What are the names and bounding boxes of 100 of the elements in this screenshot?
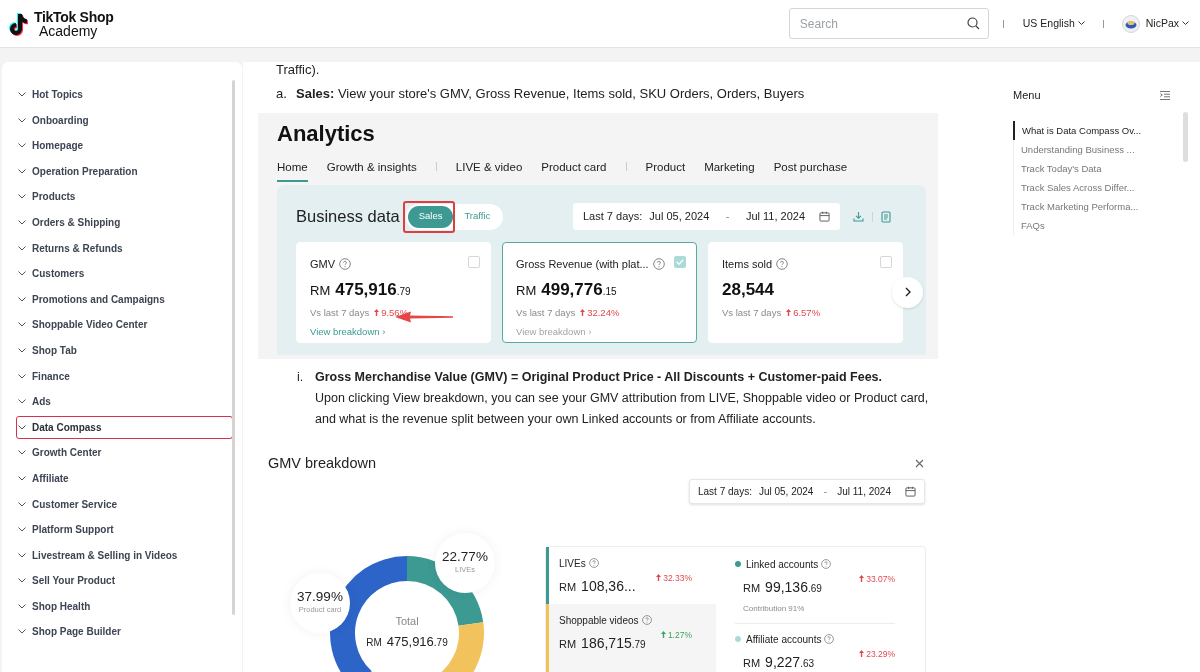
trend-up-icon (580, 309, 586, 317)
trend-up-icon (656, 574, 662, 582)
help-icon[interactable] (641, 615, 652, 625)
definition-heading: Gross Merchandise Value (GMV) = Original Product Price - All Discounts + Customer-paid Fees. (315, 368, 884, 386)
sidebar-item[interactable]: Livestream & Selling in Videos (16, 543, 233, 567)
channel-row[interactable]: Shoppable videos RM 186,715.79 1.27% (546, 603, 716, 672)
chevron-right-icon (904, 287, 911, 297)
close-icon[interactable] (915, 458, 924, 468)
sidebar-item[interactable]: Platform Support (16, 518, 233, 542)
change-value: 32.33% (656, 571, 692, 585)
checkbox[interactable] (674, 255, 686, 268)
analytics-tab[interactable]: LIVE & video (455, 158, 523, 182)
scrollbar[interactable] (232, 80, 235, 615)
analytics-tab[interactable]: Marketing (704, 158, 755, 182)
trend-up-icon (374, 309, 380, 317)
percentage-value: 37.99% (297, 589, 343, 605)
segment-tab[interactable]: Traffic (453, 205, 502, 228)
change-value: 6.57% (786, 305, 821, 320)
search-icon[interactable] (966, 17, 980, 30)
channel-name: LIVEs (559, 556, 586, 571)
metric-card[interactable]: Items sold 28,544 Vs last 7 days 6.57% (708, 241, 903, 343)
sidebar-item[interactable]: Hot Topics (16, 83, 233, 106)
chevron-down-icon (18, 117, 26, 123)
chevron-down-icon (18, 475, 26, 481)
total-label: Total (395, 613, 419, 629)
help-icon[interactable] (588, 558, 599, 568)
calendar-icon[interactable] (905, 486, 916, 498)
sidebar-item[interactable]: Finance (16, 364, 233, 388)
menu-title: Menu (1013, 88, 1041, 103)
language-selector[interactable]: US English (1022, 15, 1085, 32)
metric-title: GMV (310, 256, 336, 272)
document-icon[interactable] (881, 210, 891, 223)
view-breakdown-link[interactable]: View breakdown › (310, 324, 386, 339)
metric-card[interactable]: Gross Revenue (with plat... RM 499,776.15 Vs last 7 days 32.24% View breakdown › (502, 241, 697, 343)
help-icon[interactable] (821, 559, 832, 569)
sidebar-item[interactable]: Customer Service (16, 492, 233, 516)
chevron-down-icon (18, 245, 26, 251)
sidebar-item[interactable]: Shop Page Builder (16, 620, 233, 644)
sidebar-item[interactable]: Sell Your Product (16, 569, 233, 593)
contribution-note: Contribution 91% (742, 602, 806, 615)
sidebar-item[interactable]: Affiliate (16, 466, 233, 490)
outline-icon[interactable] (1160, 90, 1170, 100)
scrollbar[interactable] (1183, 112, 1188, 162)
definition-text: Upon clicking View breakdown, you can see your GMV attribution from LIVE, Shoppable video or Product card, and what is the revenue split between your own Linked accounts or from Affiliate accounts. (315, 389, 930, 428)
chevron-down-icon (1182, 21, 1189, 26)
sidebar-item[interactable]: Promotions and Campaigns (16, 287, 233, 311)
chevron-down-icon (18, 168, 26, 174)
sidebar-item[interactable]: Operation Preparation (16, 159, 233, 183)
search-field[interactable]: Search (788, 8, 989, 39)
avatar-icon[interactable] (1121, 14, 1140, 33)
chevron-down-icon (18, 629, 26, 635)
change-value: 1.27% (660, 628, 692, 642)
menu-link[interactable]: Track Marketing Performa... (1014, 196, 1200, 216)
sidebar-item[interactable]: Homepage (16, 134, 233, 158)
help-icon[interactable] (652, 257, 665, 270)
account-name: Linked accounts (746, 557, 819, 572)
analytics-tab[interactable]: Home (277, 158, 308, 182)
sidebar-item[interactable]: Shop Health (16, 594, 233, 618)
sidebar-item[interactable]: Orders & Shipping (16, 210, 233, 234)
chevron-down-icon (18, 424, 26, 430)
chevron-down-icon (18, 143, 26, 149)
date-range-field[interactable]: Last 7 days: Jul 05, 2024 - Jul 11, 2024 (689, 479, 925, 505)
section-title: Business data (296, 206, 400, 228)
analytics-tab[interactable]: Growth & insights (326, 158, 417, 182)
metric-title: Items sold (722, 256, 773, 272)
chevron-down-icon (18, 501, 26, 507)
sidebar-item[interactable]: Shop Tab (16, 338, 233, 362)
sidebar-item[interactable]: Growth Center (16, 441, 233, 465)
amount-value: RM 108,36... (559, 576, 636, 596)
help-icon[interactable] (824, 634, 835, 644)
tiktok-logo-icon[interactable] (8, 11, 30, 36)
analytics-tab[interactable]: Product card (541, 158, 607, 182)
menu-link[interactable]: Track Sales Across Differ... (1014, 177, 1200, 197)
sidebar-item[interactable]: Products (16, 185, 233, 209)
trend-up-icon (859, 575, 865, 583)
help-icon[interactable] (776, 257, 789, 270)
menu-link[interactable]: FAQs (1014, 215, 1200, 235)
download-icon[interactable] (853, 211, 864, 222)
sidebar-item[interactable]: Ads (16, 390, 233, 414)
date-range-field[interactable]: Last 7 days: Jul 05, 2024 - Jul 11, 2024 (573, 203, 840, 230)
logo-title[interactable]: TikTok Shop (34, 9, 114, 24)
sidebar-item[interactable]: Shoppable Video Center (16, 313, 233, 337)
menu-link[interactable]: Understanding Business ... (1014, 139, 1200, 159)
user-menu[interactable]: NicPax (1145, 15, 1189, 32)
menu-link[interactable]: Track Today's Data (1014, 158, 1200, 178)
checkbox[interactable] (468, 255, 480, 268)
chevron-down-icon (18, 296, 26, 302)
sidebar-item[interactable]: Returns & Refunds (16, 236, 233, 260)
analytics-tab[interactable]: Product (645, 158, 686, 182)
change-value: 33.07% (859, 572, 895, 586)
sidebar-item[interactable]: Data Compass (16, 415, 233, 439)
sidebar-item[interactable]: Onboarding (16, 108, 233, 132)
amount-value: 28,544 (722, 281, 774, 298)
calendar-icon[interactable] (819, 211, 830, 222)
analytics-tab[interactable]: Post purchase (773, 158, 848, 182)
sidebar-item[interactable]: Customers (16, 262, 233, 286)
help-icon[interactable] (339, 257, 352, 270)
checkbox[interactable] (880, 255, 892, 268)
chevron-down-icon (18, 373, 26, 379)
compare-label: Vs last 7 days (516, 305, 576, 320)
